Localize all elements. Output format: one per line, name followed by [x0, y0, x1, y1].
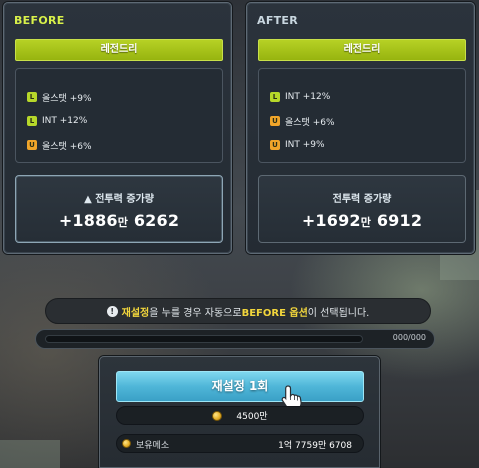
- after-options: L INT +12% U 올스탯 +6% U INT +9%: [258, 68, 466, 163]
- after-power-box[interactable]: 전투력 증가량 +1692만 6912: [258, 175, 466, 243]
- reset-cost: 4500만: [116, 406, 364, 425]
- reset-cost-value: 4500만: [236, 412, 268, 422]
- legendary-grade-icon: L: [270, 92, 280, 102]
- after-option-2: U 올스탯 +6%: [270, 114, 335, 128]
- before-option-2: L INT +12%: [27, 114, 87, 128]
- after-power-unit: 만: [360, 216, 372, 229]
- notice-text-2: 이 선택됩니다.: [307, 307, 370, 319]
- legendary-grade-icon: L: [27, 92, 37, 102]
- before-power-unit: 만: [117, 216, 129, 229]
- unique-grade-icon: U: [270, 140, 280, 150]
- after-power-label: 전투력 증가량: [332, 194, 392, 205]
- after-grade-bar: 레전드리: [258, 39, 466, 61]
- before-option-3: U 올스탯 +6%: [27, 138, 92, 152]
- meso-label: 보유메소: [136, 441, 170, 451]
- before-power-box[interactable]: ▲ 전투력 증가량 +1886만 6262: [15, 175, 223, 243]
- reset-button[interactable]: 재설정 1회: [116, 371, 364, 402]
- after-option-1-text: INT +12%: [285, 92, 331, 102]
- before-option-2-text: INT +12%: [42, 116, 88, 126]
- after-option-3: U INT +9%: [270, 138, 325, 152]
- after-panel: AFTER 레전드리 L INT +12% U 올스탯 +6% U INT +9…: [246, 2, 475, 254]
- info-icon: !: [106, 305, 118, 317]
- after-power-value: +1692만 6912: [259, 211, 465, 230]
- after-option-1: L INT +12%: [270, 90, 330, 104]
- notice-text-1: 을 누를 경우 자동으로: [149, 307, 242, 319]
- coin-icon: [212, 410, 223, 421]
- before-power-value: +1886만 6262: [16, 211, 222, 230]
- notice-bar: ! 재설정 을 누를 경우 자동으로 BEFORE 옵션 이 선택됩니다.: [45, 298, 431, 324]
- unique-grade-icon: U: [27, 140, 37, 150]
- before-option-1-text: 올스탯 +9%: [42, 93, 92, 104]
- before-panel: BEFORE 레전드리 L 올스탯 +9% L INT +12% U 올스탯 +…: [3, 2, 232, 254]
- meso-balance: 보유메소 1억 7759만 6708: [116, 434, 364, 453]
- before-power-prefix: +1886: [58, 211, 118, 230]
- progress-text: 000/000: [392, 333, 426, 342]
- coin-icon: [122, 439, 131, 448]
- notice-highlight-reset: 재설정: [121, 307, 150, 319]
- meso-value: 1억 7759만 6708: [278, 441, 352, 451]
- before-power-suffix: 6262: [128, 211, 180, 230]
- before-title: BEFORE: [14, 14, 65, 27]
- before-power-label: ▲ 전투력 증가량: [84, 194, 154, 205]
- before-grade-bar: 레전드리: [15, 39, 223, 61]
- before-options: L 올스탯 +9% L INT +12% U 올스탯 +6%: [15, 68, 223, 163]
- after-power-suffix: 6912: [371, 211, 423, 230]
- after-option-2-text: 올스탯 +6%: [285, 117, 335, 128]
- notice-highlight-before: BEFORE 옵션: [241, 307, 308, 319]
- background-decoration: [0, 440, 60, 468]
- after-title: AFTER: [257, 14, 299, 27]
- unique-grade-icon: U: [270, 116, 280, 126]
- progress-track: [45, 335, 363, 343]
- before-option-3-text: 올스탯 +6%: [42, 141, 92, 152]
- reset-panel: 재설정 1회 4500만 보유메소 1억 7759만 6708: [99, 356, 380, 468]
- legendary-grade-icon: L: [27, 116, 37, 126]
- progress-bar: 000/000: [35, 329, 435, 349]
- after-option-3-text: INT +9%: [285, 140, 325, 150]
- before-option-1: L 올스탯 +9%: [27, 90, 92, 104]
- after-power-prefix: +1692: [301, 211, 361, 230]
